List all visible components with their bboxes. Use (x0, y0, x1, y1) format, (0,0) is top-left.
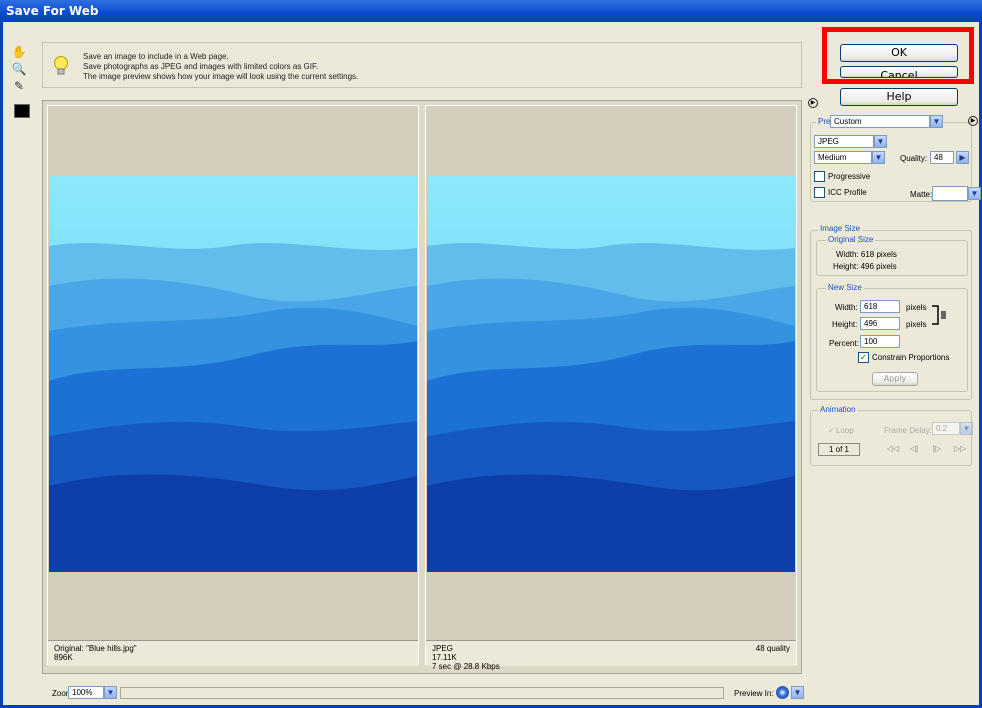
icc-profile-checkbox[interactable] (814, 187, 825, 198)
info-text: Save an image to include in a Web page. … (83, 52, 358, 82)
last-frame-icon[interactable]: ▷▷ (951, 443, 969, 457)
width-field[interactable]: 618 (860, 300, 900, 313)
chevron-down-icon[interactable]: ▼ (104, 686, 117, 699)
tool-palette: ✋ 🔍 ✎ (10, 42, 34, 96)
original-filesize: 896K (54, 653, 73, 662)
progressive-label: Progressive (828, 172, 871, 181)
constrain-proportions-label: Constrain Proportions (872, 353, 950, 362)
original-width: Width: 618 pixels (836, 250, 897, 259)
original-filename: Original: "Blue hills.jpg" (54, 644, 137, 653)
animation-title: Animation (818, 405, 858, 414)
zoom-tool-icon[interactable]: 🔍 (10, 62, 28, 76)
matte-label: Matte: (910, 190, 933, 199)
lightbulb-icon (54, 56, 68, 75)
optimized-download-time: 7 sec @ 28.8 Kbps (432, 662, 500, 671)
original-size-title: Original Size (826, 235, 876, 244)
status-bar (120, 687, 724, 699)
hand-tool-icon[interactable]: ✋ (10, 45, 28, 59)
browser-icon[interactable] (776, 686, 789, 699)
optimized-caption: JPEG 17.11K 7 sec @ 28.8 Kbps 48 quality (426, 640, 796, 671)
progressive-checkbox[interactable] (814, 171, 825, 182)
constrain-proportions-checkbox[interactable]: ✓ (858, 352, 869, 363)
width-unit: pixels (906, 303, 927, 312)
info-line: The image preview shows how your image w… (83, 72, 359, 81)
chevron-down-icon[interactable]: ▼ (968, 187, 981, 200)
next-frame-icon[interactable]: |▷ (928, 443, 946, 457)
info-line: Save photographs as JPEG and images with… (83, 62, 319, 71)
optimized-filesize: 17.11K (432, 653, 457, 662)
height-unit: pixels (906, 320, 927, 329)
quality-label: Quality: (900, 154, 928, 163)
new-size-title: New Size (826, 283, 864, 292)
optimized-preview-pane[interactable]: JPEG 17.11K 7 sec @ 28.8 Kbps 48 quality (425, 105, 797, 671)
window-title: Save For Web (0, 0, 982, 22)
quality-slider-icon[interactable]: ▶ (956, 151, 969, 164)
preview-in-label: Preview In: (734, 689, 774, 698)
highlight-box (822, 27, 974, 84)
chevron-down-icon[interactable]: ▼ (874, 135, 887, 148)
help-button[interactable]: Help (840, 88, 958, 106)
quality-field[interactable]: 48 (930, 151, 954, 164)
loop-label: Loop (836, 426, 854, 435)
settings-menu-icon[interactable]: ▶ (968, 116, 978, 126)
chevron-down-icon[interactable]: ▼ (960, 422, 973, 435)
animation-group (810, 410, 972, 466)
link-icon (932, 305, 946, 325)
chevron-down-icon[interactable]: ▼ (791, 686, 804, 699)
chevron-down-icon[interactable]: ▼ (872, 151, 885, 164)
height-field[interactable]: 496 (860, 317, 900, 330)
width-label: Width: (835, 303, 858, 312)
original-height: Height: 496 pixels (833, 262, 897, 271)
info-line: Save an image to include in a Web page. (83, 52, 229, 61)
frame-delay-label: Frame Delay: (884, 426, 933, 435)
loop-checkbox[interactable]: ✓ (828, 426, 835, 435)
zoom-field[interactable]: 100% (68, 686, 104, 699)
preview-area: Original: "Blue hills.jpg" 896K JPEG 17.… (42, 100, 802, 674)
original-image (49, 176, 417, 572)
format-select[interactable]: JPEG (814, 135, 874, 148)
optimized-quality: 48 quality (755, 644, 790, 653)
frame-delay-field[interactable]: 0.2 (932, 422, 960, 435)
preset-select[interactable]: Custom (830, 115, 930, 128)
apply-button[interactable]: Apply (872, 372, 918, 386)
previous-frame-icon[interactable]: ◁| (905, 443, 923, 457)
frame-counter: 1 of 1 (818, 443, 860, 456)
original-caption: Original: "Blue hills.jpg" 896K (48, 640, 418, 666)
eyedropper-color-swatch[interactable] (14, 104, 30, 118)
optimized-image (427, 176, 795, 572)
matte-field[interactable] (932, 186, 968, 201)
eyedropper-tool-icon[interactable]: ✎ (10, 79, 28, 93)
percent-field[interactable]: 100 (860, 335, 900, 348)
icc-profile-label: ICC Profile (828, 188, 867, 197)
info-panel: Save an image to include in a Web page. … (42, 42, 802, 88)
image-size-title: Image Size (818, 224, 863, 233)
chevron-down-icon[interactable]: ▼ (930, 115, 943, 128)
optimized-format: JPEG (432, 644, 453, 653)
first-frame-icon[interactable]: ◁◁ (884, 443, 902, 457)
percent-label: Percent: (829, 339, 859, 348)
original-preview-pane[interactable]: Original: "Blue hills.jpg" 896K (47, 105, 419, 666)
height-label: Height: (832, 320, 858, 329)
optimize-menu-icon[interactable]: ▶ (808, 98, 818, 108)
compression-select[interactable]: Medium (814, 151, 872, 164)
